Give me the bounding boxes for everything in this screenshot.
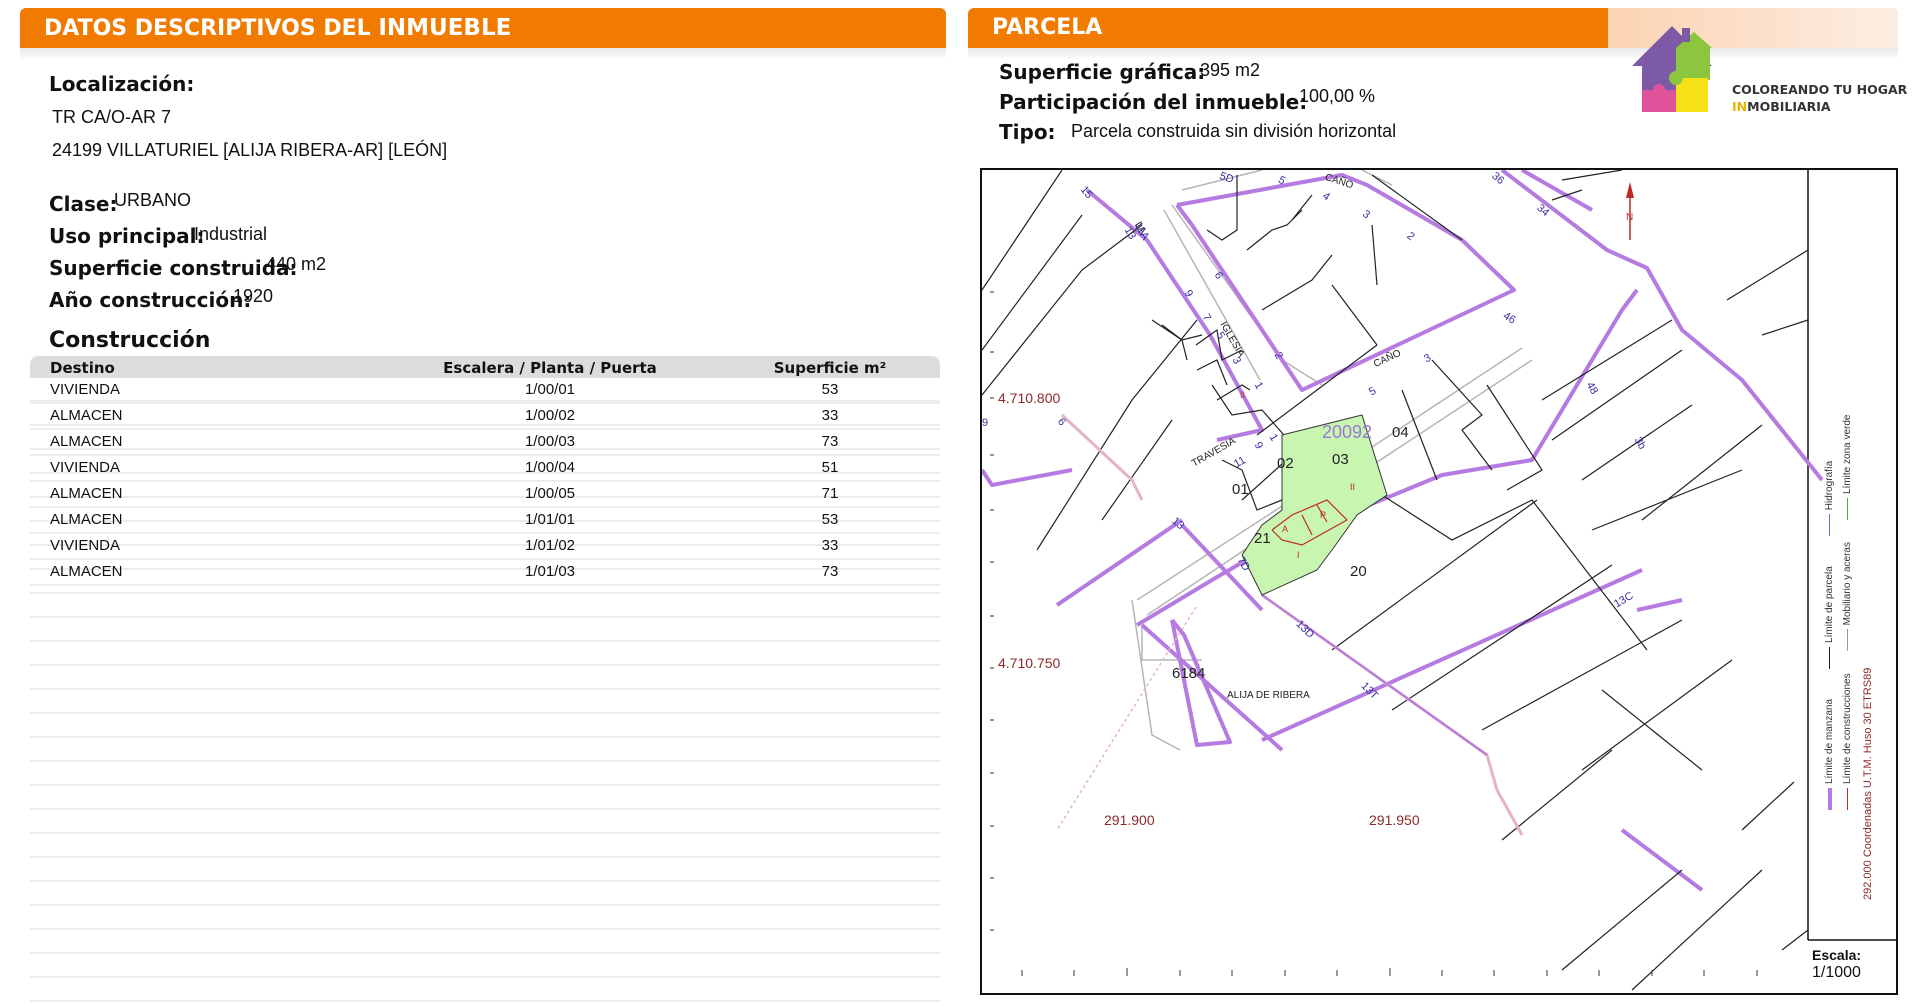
table-row: ALMACEN 1/01/03 73 [30,560,940,586]
coord-label: 4.710.800 [998,390,1061,406]
col-superficie: Superficie m² [773,359,887,377]
table-row: VIVIENDA 1/00/04 51 [30,456,940,482]
cell-superficie: 53 [821,381,839,398]
svg-text:II: II [1240,390,1245,400]
clase-value: URBANO [114,190,192,210]
construccion-title: Construcción [49,328,211,353]
cell-destino: ALMACEN [50,433,123,450]
sup-grafica-label: Superficie gráfica: [999,60,1206,84]
coord-label: 4.710.750 [998,655,1061,671]
cell-destino: VIVIENDA [50,459,121,476]
parcel-ref-label: 20092 [1322,422,1373,442]
table-row: VIVIENDA 1/00/01 53 [30,378,940,404]
cell-destino: ALMACEN [50,511,123,528]
superficie-label: Superficie construida: [49,256,298,280]
legend-item-hidrografia: Hidrografía [1824,461,1835,537]
place-label: ALIJA DE RIBERA [1227,690,1310,701]
uso-label: Uso principal: [49,224,205,248]
address-line2: 24199 VILLATURIEL [ALIJA RIBERA-AR] [LEÓ… [52,140,448,160]
svg-text:A: A [1282,524,1288,534]
superficie-value: 440 m2 [266,254,327,274]
lot-label: 02 [1277,455,1294,472]
cell-superficie: 51 [821,459,839,476]
sup-grafica-value: 395 m2 [1200,60,1261,80]
cell-escalera: 1/01/03 [524,563,576,580]
col-destino: Destino [50,359,115,377]
legend-item-construcciones: Límite de construcciones [1842,673,1853,810]
svg-text:N: N [1626,212,1633,223]
cell-superficie: 33 [821,407,839,424]
coord-label: 291.900 [1104,812,1155,828]
logo-line1: COLOREANDO TU HOGAR [1732,82,1908,97]
svg-text:P: P [1320,510,1326,520]
cell-escalera: 1/01/02 [524,537,576,554]
table-row: ALMACEN 1/00/05 71 [30,482,940,508]
tipo-label: Tipo: [999,120,1056,144]
localizacion-label: Localización: [49,72,195,96]
svg-text:I: I [1297,550,1300,560]
puzzle-house-icon [1632,26,1712,112]
cell-destino: ALMACEN [50,563,123,580]
cell-superficie: 73 [821,433,839,450]
coord-label: 291.950 [1369,812,1420,828]
table-row: VIVIENDA 1/01/02 33 [30,534,940,560]
header-title-part2: INMUEBLE [378,15,512,41]
cell-escalera: 1/00/04 [524,459,576,476]
north-arrow-icon: N [1626,182,1634,240]
legend-item-parcela: Límite de parcela [1824,566,1835,669]
header-title-part1: DATOS DESCRIPTIVOS DEL [44,16,379,41]
cell-destino: ALMACEN [50,485,123,502]
cell-escalera: 1/00/02 [524,407,576,424]
cell-destino: VIVIENDA [50,537,121,554]
logo-accent: IN [1732,99,1748,114]
legend-item-manzana: Límite de manzana [1824,699,1835,810]
anio-label: Año construcción: [49,288,252,312]
lot-label: 21 [1254,530,1271,547]
participacion-label: Participación del inmueble: [999,90,1308,114]
scale-value: 1/1000 [1812,964,1861,981]
table-row: ALMACEN 1/00/02 33 [30,404,940,430]
uso-value: Industrial [194,224,268,244]
anio-value: 1920 [233,286,274,306]
legend-item-zona-verde: Límite zona verde [1842,415,1853,520]
scale-box: Escala: 1/1000 [1812,946,1861,982]
parcela-title: PARCELA [992,15,1103,40]
participacion-value: 100,00 % [1299,86,1376,106]
map-legend: Límite de manzana Límite de parcela Hidr… [1818,190,1888,930]
cell-escalera: 1/00/01 [524,381,576,398]
house-number-label: 9 [982,417,989,429]
cell-escalera: 1/01/01 [524,511,576,528]
cadastral-map: A P I II II N 20092 04 03 02 01 21 20 61… [980,168,1898,995]
cell-superficie: 71 [821,485,839,502]
clase-label: Clase: [49,192,118,216]
construction-table: Destino Escalera / Planta / Puerta Super… [30,356,940,1006]
cell-superficie: 73 [821,563,839,580]
tipo-value: Parcela construida sin división horizont… [1071,121,1397,141]
cell-superficie: 33 [821,537,839,554]
cell-escalera: 1/00/03 [524,433,576,450]
scale-label: Escala: [1812,947,1862,963]
table-row: ALMACEN 1/00/03 73 [30,430,940,456]
lot-label: 20 [1350,563,1367,580]
logo-rest: MOBILIARIA [1747,99,1831,114]
descriptive-data-header: DATOS DESCRIPTIVOS DEL INMUEBLE [20,8,946,60]
cell-destino: ALMACEN [50,407,123,424]
table-header: Destino Escalera / Planta / Puerta Super… [30,356,940,378]
map-drawing: A P I II II N [982,170,1896,991]
legend-crs: 292.000 Coordenadas U.T.M. Huso 30 ETRS8… [1862,667,1874,900]
table-row: ALMACEN 1/01/01 53 [30,508,940,534]
cell-destino: VIVIENDA [50,381,121,398]
company-logo: COLOREANDO TU HOGAR INMOBILIARIA [1622,18,1907,118]
lot-label: 01 [1232,481,1249,498]
lot-label: 04 [1392,424,1409,441]
logo-line2: INMOBILIARIA [1732,99,1831,114]
lot-label: 6184 [1172,665,1206,682]
col-escalera: Escalera / Planta / Puerta [443,359,657,377]
cell-escalera: 1/00/05 [524,485,576,502]
lot-label: 03 [1332,451,1349,468]
legend-item-mobiliario: Mobiliario y aceras [1842,542,1853,652]
cell-superficie: 53 [821,511,839,528]
svg-text:II: II [1350,482,1355,492]
address-line1: TR CA/O-AR 7 [52,107,172,127]
